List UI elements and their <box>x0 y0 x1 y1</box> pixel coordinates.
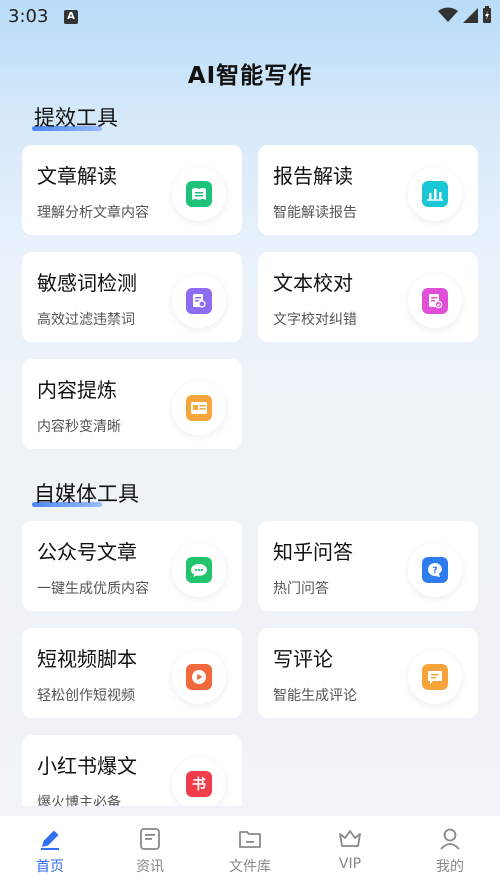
nav-label: 资讯 <box>136 859 164 875</box>
card-icon-wrap <box>172 543 226 597</box>
page-title: AI智能写作 <box>187 63 313 89</box>
card-subtitle: 热门问答 <box>273 581 329 597</box>
signal-icon <box>463 8 478 23</box>
section-title-text: 自媒体工具 <box>34 482 139 506</box>
card-wechat-article[interactable]: 公众号文章 一键生成优质内容 <box>22 521 242 611</box>
card-subtitle: 内容秒变清晰 <box>37 419 121 435</box>
card-subtitle: 理解分析文章内容 <box>37 205 149 221</box>
pen-icon <box>41 830 59 850</box>
card-sensitive-words[interactable]: 敏感词检测 高效过滤违禁词 <box>22 252 242 342</box>
status-time: 3:03 <box>8 6 49 27</box>
card-proofreading[interactable]: 文本校对 文字校对纠错 <box>258 252 478 342</box>
shu-icon: 书 <box>186 771 212 797</box>
card-title: 短视频脚本 <box>37 647 137 671</box>
card-icon-wrap <box>172 274 226 328</box>
card-icon-wrap <box>172 167 226 221</box>
status-icons <box>438 6 492 24</box>
nav-label: 文件库 <box>229 859 271 875</box>
battery-icon <box>483 6 491 23</box>
card-short-video-script[interactable]: 短视频脚本 轻松创作短视频 <box>22 628 242 718</box>
doc-search-icon <box>186 288 212 314</box>
nav-vip[interactable]: VIP <box>300 816 400 890</box>
card-icon-wrap <box>408 274 462 328</box>
wifi-icon <box>438 7 458 22</box>
card-title: 报告解读 <box>273 164 353 188</box>
card-icon-wrap <box>172 650 226 704</box>
card-subtitle: 智能生成评论 <box>273 688 357 704</box>
card-write-comment[interactable]: 写评论 智能生成评论 <box>258 628 478 718</box>
card-zhihu-qa[interactable]: 知乎问答 热门问答 ? <box>258 521 478 611</box>
notification-a-icon: A <box>64 10 78 24</box>
user-icon <box>440 828 460 850</box>
nav-profile[interactable]: 我的 <box>400 816 500 890</box>
card-subtitle: 高效过滤违禁词 <box>37 312 135 328</box>
card-title: 知乎问答 <box>273 540 353 564</box>
book-icon <box>186 181 212 207</box>
card-title: 敏感词检测 <box>37 271 137 295</box>
nav-files[interactable]: 文件库 <box>200 816 300 890</box>
card-title: 写评论 <box>273 647 333 671</box>
nav-label: 首页 <box>36 859 64 875</box>
chart-icon <box>422 181 448 207</box>
card-subtitle: 爆火博主必备 <box>37 795 121 806</box>
doc-check-icon <box>422 288 448 314</box>
card-report-reading[interactable]: 报告解读 智能解读报告 <box>258 145 478 235</box>
nav-news[interactable]: 资讯 <box>100 816 200 890</box>
chat-bubble-icon <box>186 557 212 583</box>
card-subtitle: 轻松创作短视频 <box>37 688 135 704</box>
card-content-extraction[interactable]: 内容提炼 内容秒变清晰 <box>22 359 242 449</box>
section-title-media: 自媒体工具 <box>32 478 139 508</box>
card-subtitle: 智能解读报告 <box>273 205 357 221</box>
nav-label: VIP <box>338 856 362 872</box>
card-xiaohongshu[interactable]: 小红书爆文 爆火博主必备 书 <box>22 735 242 806</box>
bottom-nav: 首页 资讯 文件库 VIP 我的 <box>0 816 500 890</box>
card-title: 文本校对 <box>273 271 353 295</box>
card-title: 文章解读 <box>37 164 117 188</box>
play-icon <box>186 664 212 690</box>
card-icon-wrap <box>408 650 462 704</box>
nav-label: 我的 <box>436 859 464 875</box>
folder-icon <box>239 831 261 848</box>
card-title: 小红书爆文 <box>37 754 137 778</box>
card-title: 内容提炼 <box>37 378 117 402</box>
card-icon-wrap <box>408 167 462 221</box>
news-icon <box>140 828 160 850</box>
nav-home[interactable]: 首页 <box>0 816 100 890</box>
card-subtitle: 一键生成优质内容 <box>37 581 149 597</box>
question-icon: ? <box>422 557 448 583</box>
card-article-reading[interactable]: 文章解读 理解分析文章内容 <box>22 145 242 235</box>
card-subtitle: 文字校对纠错 <box>273 312 357 328</box>
card-icon-wrap: 书 <box>172 757 226 806</box>
id-card-icon <box>186 395 212 421</box>
crown-icon <box>339 830 361 847</box>
comment-icon <box>422 664 448 690</box>
status-bar: 3:03 A <box>0 0 500 34</box>
svg-text:?: ? <box>432 566 437 576</box>
section-title-text: 提效工具 <box>34 106 118 130</box>
card-icon-wrap <box>172 381 226 435</box>
card-title: 公众号文章 <box>37 540 137 564</box>
card-icon-wrap: ? <box>408 543 462 597</box>
section-title-efficiency: 提效工具 <box>32 102 118 132</box>
